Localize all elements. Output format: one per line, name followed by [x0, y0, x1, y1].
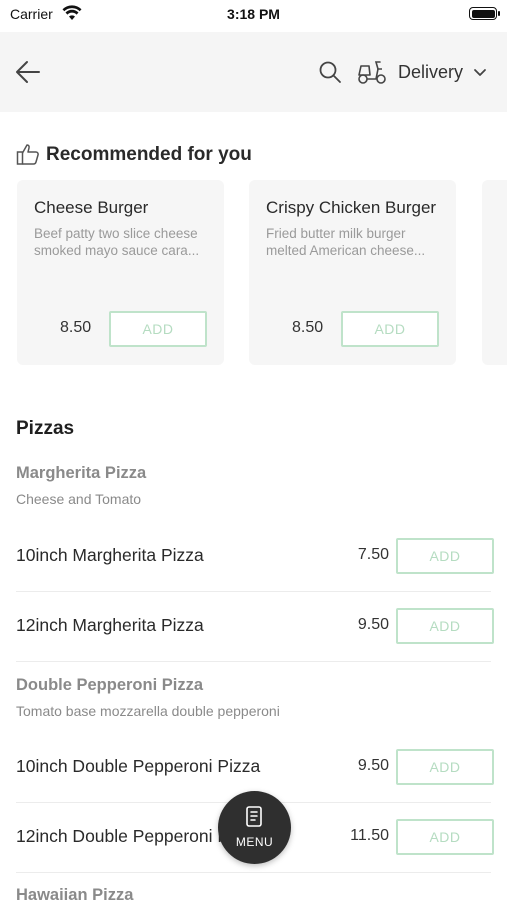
- menu-item-row[interactable]: 12inch Margherita Pizza 9.50 ADD: [0, 592, 507, 662]
- add-button[interactable]: ADD: [341, 311, 439, 347]
- recommended-title: Recommended for you: [46, 144, 252, 165]
- menu-group-header: Double Pepperoni Pizza Tomato base mozza…: [16, 676, 280, 719]
- menu-item-price: 9.50: [357, 616, 389, 633]
- recommended-item-name: Cheese Burger: [34, 198, 149, 217]
- add-button[interactable]: ADD: [396, 538, 494, 574]
- menu-group-name: Hawaiian Pizza: [16, 886, 134, 900]
- search-icon[interactable]: [318, 60, 342, 84]
- recommended-item-description: Beef patty two slice cheese smoked mayo …: [34, 226, 200, 258]
- row-divider: [16, 872, 491, 873]
- row-divider: [16, 661, 491, 662]
- menu-item-price: 11.50: [350, 827, 389, 844]
- menu-group-header: Hawaiian Pizza: [16, 886, 133, 900]
- battery-icon: [469, 7, 500, 20]
- clock: 3:18 PM: [227, 6, 280, 22]
- add-button[interactable]: ADD: [109, 311, 207, 347]
- menu-fab-label: MENU: [235, 835, 274, 849]
- recommended-item-price: 8.50: [292, 319, 324, 336]
- menu-fab-button[interactable]: MENU: [218, 791, 291, 864]
- menu-group-description: Tomato base mozzarella double pepperoni: [16, 703, 280, 719]
- add-button[interactable]: ADD: [396, 608, 494, 644]
- add-button[interactable]: ADD: [396, 749, 494, 785]
- menu-group-description: Cheese and Tomato: [16, 491, 142, 507]
- recommended-card-peek[interactable]: [482, 180, 507, 365]
- menu-item-name: 12inch Margherita Pizza: [16, 615, 204, 635]
- back-arrow-icon[interactable]: [14, 59, 42, 85]
- menu-group-header: Margherita Pizza Cheese and Tomato: [16, 464, 146, 507]
- delivery-mode-selector[interactable]: Delivery: [398, 62, 463, 83]
- menu-item-row[interactable]: 10inch Margherita Pizza 7.50 ADD: [0, 522, 507, 592]
- menu-book-icon: [246, 806, 262, 827]
- thumbs-up-icon: [16, 144, 39, 165]
- add-button[interactable]: ADD: [396, 819, 494, 855]
- status-bar: Carrier 3:18 PM: [0, 0, 507, 30]
- recommended-item-price: 8.50: [60, 319, 92, 336]
- menu-item-name: 10inch Margherita Pizza: [16, 545, 204, 565]
- delivery-scooter-icon[interactable]: [356, 58, 388, 86]
- section-title-pizzas: Pizzas: [16, 418, 75, 439]
- menu-group-name: Double Pepperoni Pizza: [16, 676, 204, 694]
- recommended-card[interactable]: Crispy Chicken Burger Fried butter milk …: [249, 180, 456, 365]
- menu-group-name: Margherita Pizza: [16, 464, 147, 482]
- recommended-item-description: Fried butter milk burger melted American…: [266, 226, 426, 258]
- recommended-card[interactable]: Cheese Burger Beef patty two slice chees…: [17, 180, 224, 365]
- chevron-down-icon[interactable]: [473, 66, 487, 78]
- menu-item-price: 9.50: [357, 757, 389, 774]
- recommended-item-name: Crispy Chicken Burger: [266, 198, 437, 217]
- menu-item-name: 10inch Double Pepperoni Pizza: [16, 756, 261, 776]
- top-navbar: Delivery: [0, 32, 507, 112]
- menu-item-price: 7.50: [357, 546, 389, 563]
